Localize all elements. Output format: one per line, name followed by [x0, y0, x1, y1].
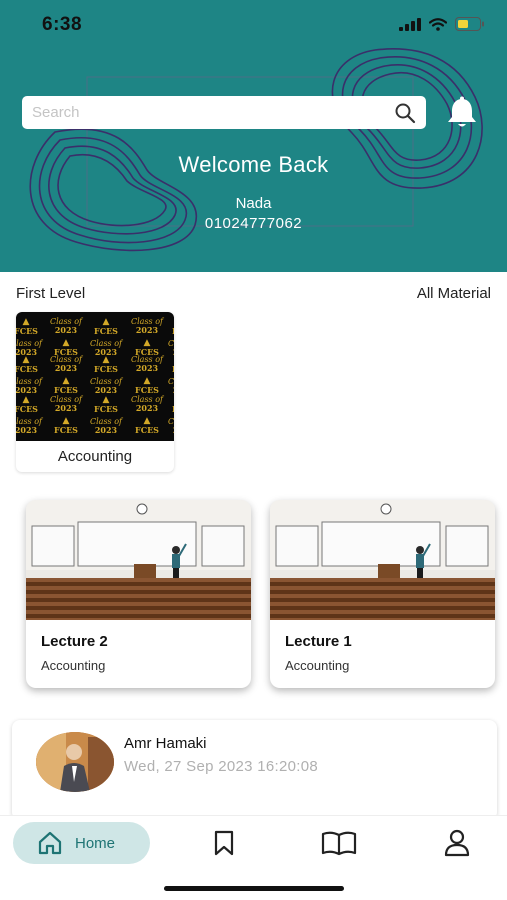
home-indicator	[164, 886, 344, 891]
wifi-icon	[429, 17, 447, 31]
lecture-title: Lecture 1	[285, 633, 352, 650]
material-section-header: First Level All Material	[16, 285, 491, 302]
all-material-link[interactable]: All Material	[417, 285, 491, 302]
lecture-subject: Accounting	[285, 658, 350, 673]
post-card[interactable]: Amr Hamaki Wed, 27 Sep 2023 16:20:08	[12, 720, 497, 820]
lecture-card[interactable]: Lecture 1 Accounting	[270, 500, 495, 688]
search-bar[interactable]	[22, 96, 426, 129]
home-icon	[38, 831, 62, 855]
search-icon[interactable]	[394, 102, 416, 124]
bookmark-icon[interactable]	[209, 828, 239, 858]
signal-icon	[399, 17, 421, 31]
lecture-thumbnail	[26, 500, 251, 620]
post-author: Amr Hamaki	[124, 735, 207, 752]
user-phone: 01024777062	[204, 215, 303, 232]
welcome-heading: Welcome Back	[178, 152, 329, 177]
book-icon[interactable]	[321, 828, 357, 858]
subject-card[interactable]: ▲FCESClass of2023Class of2023▲FCES▲FCESC…	[16, 312, 174, 472]
status-bar: 6:38	[0, 0, 507, 50]
nav-home-tab[interactable]: Home	[13, 822, 150, 864]
lecture-title: Lecture 2	[41, 633, 108, 650]
profile-icon[interactable]	[442, 828, 472, 858]
notification-bell-icon[interactable]	[444, 95, 480, 131]
nav-home-label: Home	[75, 834, 116, 852]
subject-label: Accounting	[57, 448, 133, 465]
status-time: 6:38	[42, 14, 83, 35]
user-name: Nada	[235, 195, 272, 212]
subject-thumbnail: ▲FCESClass of2023Class of2023▲FCES▲FCESC…	[16, 312, 174, 441]
lecture-thumbnail	[270, 500, 495, 620]
lecture-subject: Accounting	[41, 658, 106, 673]
battery-icon	[455, 17, 484, 31]
avatar	[36, 732, 114, 792]
lecture-card[interactable]: Lecture 2 Accounting	[26, 500, 251, 688]
search-input[interactable]	[32, 104, 394, 121]
post-timestamp: Wed, 27 Sep 2023 16:20:08	[124, 758, 319, 775]
level-label: First Level	[16, 285, 86, 302]
